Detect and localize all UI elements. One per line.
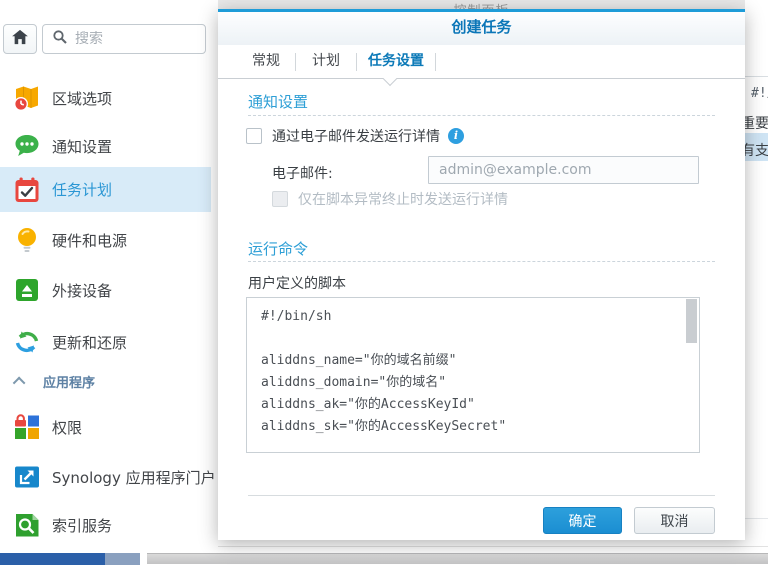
ok-button[interactable]: 确定 xyxy=(543,507,622,534)
sidebar-item-label: 硬件和电源 xyxy=(52,230,127,251)
background-window-edge xyxy=(218,546,768,547)
sidebar-item-privileges[interactable]: 权限 xyxy=(0,405,211,449)
background-divider xyxy=(745,76,768,77)
taskbar-divider xyxy=(140,553,147,565)
background-window-title: 控制面板 xyxy=(453,0,509,9)
info-icon[interactable]: i xyxy=(448,128,464,144)
sidebar-item-task-scheduler[interactable]: 任务计划 xyxy=(0,167,211,212)
section-heading-notification: 通知设置 xyxy=(248,91,308,112)
sidebar-section-applications[interactable]: 应用程序 xyxy=(0,371,211,391)
sidebar-item-label: 索引服务 xyxy=(52,515,112,536)
sidebar-item-label: 任务计划 xyxy=(52,179,112,200)
indexing-service-icon xyxy=(13,511,41,539)
control-panel-sidebar: 区域选项 通知设置 任务计划 xyxy=(0,0,211,553)
privileges-icon xyxy=(13,413,41,441)
sidebar-item-application-portal[interactable]: Synology 应用程序门户 xyxy=(0,455,211,499)
background-divider xyxy=(745,518,768,519)
script-editor: #!/bin/sh aliddns_name="你的域名前缀" aliddns_… xyxy=(246,297,700,453)
sidebar-section-label: 应用程序 xyxy=(43,372,95,391)
task-scheduler-icon xyxy=(13,176,41,204)
sidebar-item-hardware-power[interactable]: 硬件和电源 xyxy=(0,218,211,262)
send-email-checkbox-label[interactable]: 通过电子邮件发送运行详情 xyxy=(272,126,440,146)
sidebar-item-external-devices[interactable]: 外接设备 xyxy=(0,268,211,312)
search-box[interactable] xyxy=(42,24,206,54)
tab-task-settings[interactable]: 任务设置 xyxy=(357,45,435,78)
footer-divider xyxy=(248,495,715,496)
screen: { "background": { "window_title": "控制面板"… xyxy=(0,0,768,564)
notification-settings-icon xyxy=(13,132,41,160)
script-scrollbar-thumb[interactable] xyxy=(686,299,697,343)
sidebar-item-label: Synology 应用程序门户 xyxy=(52,467,216,488)
section-heading-command: 运行命令 xyxy=(248,238,308,259)
sidebar-item-label: 区域选项 xyxy=(52,88,112,109)
script-scrollbar[interactable] xyxy=(685,299,698,451)
chevron-up-icon xyxy=(13,376,26,389)
sidebar-item-indexing-service[interactable]: 索引服务 xyxy=(0,503,211,547)
abnormal-only-checkbox-label: 仅在脚本异常终止时发送运行详情 xyxy=(298,189,508,209)
regional-options-icon xyxy=(13,84,41,112)
sidebar-item-update-restore[interactable]: 更新和还原 xyxy=(0,320,211,364)
section-divider xyxy=(248,261,715,262)
taskbar-active-segment[interactable] xyxy=(0,553,105,565)
sidebar-item-label: 更新和还原 xyxy=(52,332,127,353)
script-label: 用户定义的脚本 xyxy=(248,273,346,293)
external-devices-icon xyxy=(13,276,41,304)
tab-general[interactable]: 常规 xyxy=(237,45,295,78)
home-button[interactable] xyxy=(3,24,37,54)
home-icon xyxy=(10,27,30,51)
abnormal-only-checkbox[interactable] xyxy=(272,191,288,207)
script-textarea[interactable]: #!/bin/sh aliddns_name="你的域名前缀" aliddns_… xyxy=(247,298,699,452)
bottom-taskbar xyxy=(0,553,768,564)
update-restore-icon xyxy=(13,328,41,356)
search-icon xyxy=(51,28,69,50)
search-input[interactable] xyxy=(75,31,197,47)
sidebar-item-label: 外接设备 xyxy=(52,280,112,301)
hardware-power-icon xyxy=(13,226,41,254)
abnormal-only-checkbox-row: 仅在脚本异常终止时发送运行详情 xyxy=(272,189,508,209)
section-divider xyxy=(248,115,715,116)
send-email-checkbox-row: 通过电子邮件发送运行详情 i xyxy=(246,126,464,146)
email-field-label: 电子邮件: xyxy=(272,163,333,183)
background-window-titlebar: 控制面板 xyxy=(218,0,745,9)
cancel-button[interactable]: 取消 xyxy=(634,507,715,534)
send-email-checkbox[interactable] xyxy=(246,128,262,144)
tab-separator xyxy=(435,53,436,71)
taskbar-segment[interactable] xyxy=(105,553,140,565)
dialog-title[interactable]: 创建任务 xyxy=(218,12,745,45)
sidebar-item-label: 权限 xyxy=(52,417,82,438)
create-task-dialog: 创建任务 常规 计划 任务设置 通知设置 通过电子邮件发送运行详情 i 电子邮件… xyxy=(218,9,745,540)
background-text-fragment: 有支 xyxy=(741,140,768,160)
application-portal-icon xyxy=(13,463,41,491)
sidebar-item-regional-options[interactable]: 区域选项 xyxy=(0,76,211,120)
background-text-fragment: 重要 xyxy=(741,113,768,133)
dialog-tabbar: 常规 计划 任务设置 xyxy=(218,45,745,79)
tab-schedule[interactable]: 计划 xyxy=(296,45,356,78)
background-text-fragment: #!/ xyxy=(751,86,768,101)
sidebar-item-label: 通知设置 xyxy=(52,136,112,157)
sidebar-item-notification-settings[interactable]: 通知设置 xyxy=(0,124,211,168)
email-input[interactable] xyxy=(428,156,699,184)
